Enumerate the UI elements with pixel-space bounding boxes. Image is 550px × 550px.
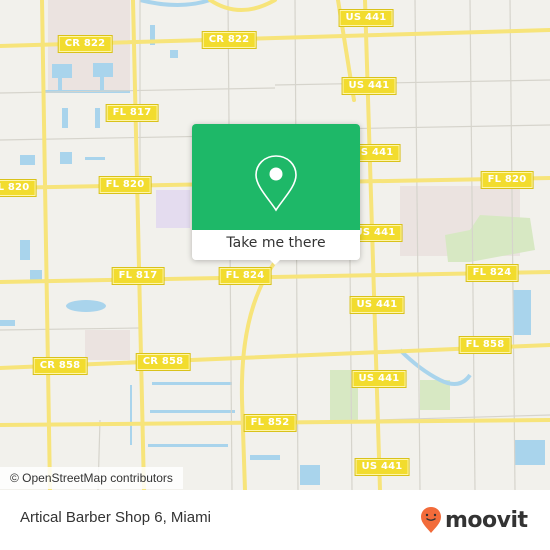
road-label-fl824-e: FL 824: [465, 264, 519, 282]
road-label-us441: US 441: [341, 77, 397, 95]
map-canvas[interactable]: CR 822 CR 822 US 441 US 441 US 441 FL 81…: [0, 0, 550, 490]
road-label-cr822-w: CR 822: [57, 35, 113, 53]
road-label-fl820-c: FL 820: [98, 176, 152, 194]
commercial-area: [85, 330, 130, 360]
road-label-fl852: FL 852: [243, 414, 297, 432]
location-popup: Take me there: [192, 124, 360, 265]
road-label-fl820-w: FL 820: [0, 179, 37, 197]
footer: Artical Barber Shop 6, Miami moovit: [0, 490, 550, 550]
road-label-cr858-c: CR 858: [135, 353, 191, 371]
road-label-us441: US 441: [354, 458, 410, 476]
road-label-fl858: FL 858: [458, 336, 512, 354]
road-label-fl824-w: FL 824: [218, 267, 272, 285]
road-label-cr822-e: CR 822: [201, 31, 257, 49]
commercial-area: [156, 190, 190, 228]
road-label-fl817-n: FL 817: [105, 104, 159, 122]
brand-name: moovit: [445, 507, 528, 533]
road-label-cr858-w: CR 858: [32, 357, 88, 375]
take-me-there-button[interactable]: Take me there: [192, 230, 360, 260]
popup-header: [192, 124, 360, 230]
map-attribution[interactable]: © OpenStreetMap contributors: [0, 467, 183, 489]
map-pin-icon: [255, 155, 297, 212]
road-label-us441: US 441: [338, 9, 394, 27]
road-label-us441: US 441: [351, 370, 407, 388]
road-label-fl820-e: FL 820: [480, 171, 534, 189]
road-label-fl817-s: FL 817: [111, 267, 165, 285]
road-label-us441: US 441: [349, 296, 405, 314]
park-area: [420, 380, 450, 410]
moovit-pin-icon: [421, 507, 441, 533]
popup-arrow: [268, 258, 282, 265]
place-title: Artical Barber Shop 6, Miami: [20, 509, 211, 526]
moovit-logo[interactable]: moovit: [420, 506, 528, 534]
